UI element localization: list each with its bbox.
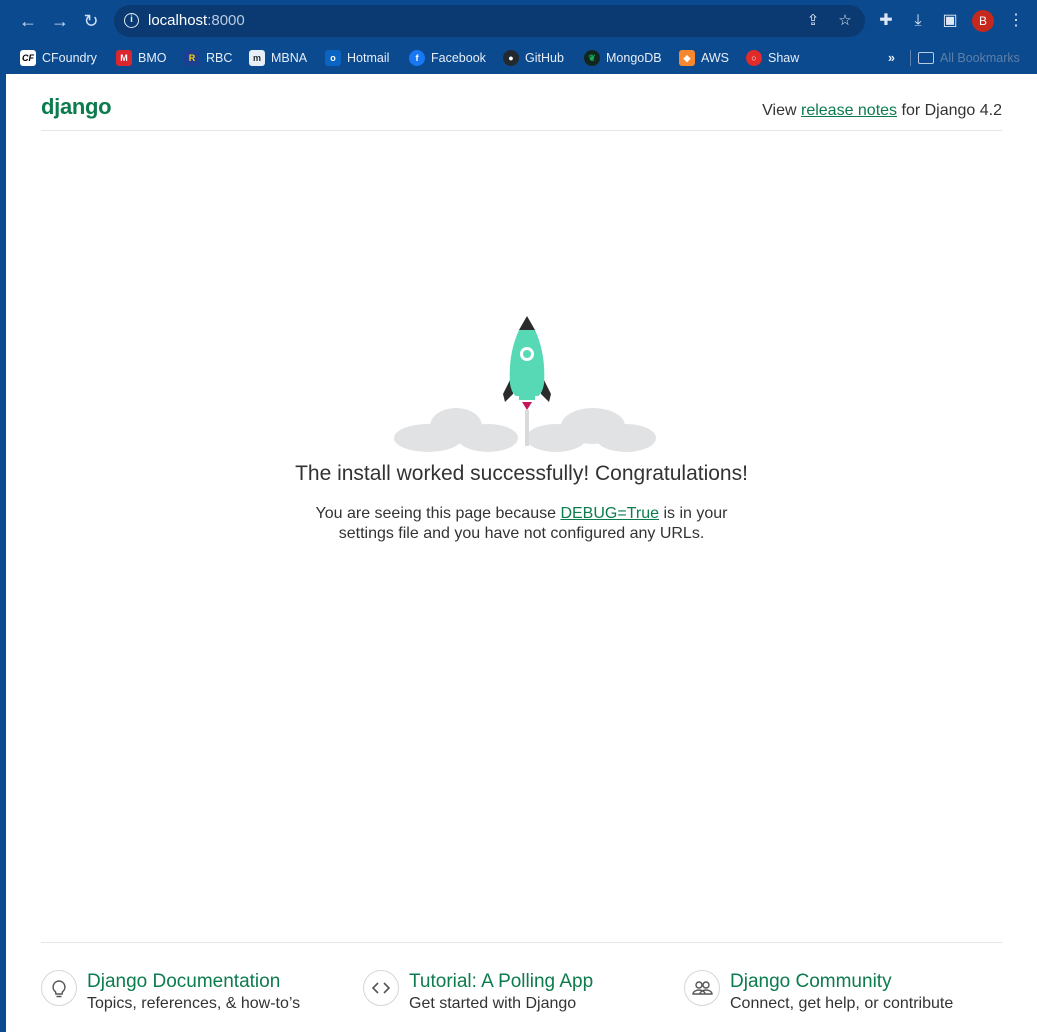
people-icon bbox=[684, 970, 720, 1006]
debug-explanation: You are seeing this page because DEBUG=T… bbox=[306, 504, 737, 544]
cloud-left bbox=[394, 408, 518, 452]
rocket-body bbox=[509, 330, 545, 396]
bookmarks-overflow-button[interactable]: » bbox=[888, 49, 895, 67]
rocket-illustration bbox=[394, 316, 656, 452]
bookmarks-bar: CF CFoundry M BMO R RBC m MBNA o Hotmail f Fac… bbox=[0, 42, 1037, 74]
bookmark-label: BMO bbox=[138, 51, 167, 65]
bookmark-rbc[interactable]: R RBC bbox=[184, 49, 232, 67]
card-title[interactable]: Django Community bbox=[730, 971, 892, 993]
bmo-icon: M bbox=[116, 50, 132, 66]
extensions-icon[interactable]: ✚ bbox=[876, 11, 896, 31]
download-icon[interactable]: ⤓ bbox=[908, 11, 928, 31]
cloud-right bbox=[526, 408, 656, 452]
profile-avatar[interactable]: B bbox=[972, 10, 994, 32]
debug-true-link[interactable]: DEBUG=True bbox=[560, 505, 659, 522]
bookmark-cfoundry[interactable]: CF CFoundry bbox=[20, 49, 97, 67]
all-bookmarks-button[interactable]: All Bookmarks bbox=[918, 49, 1020, 67]
bookmarks-divider bbox=[910, 50, 911, 66]
side-panel-icon[interactable]: ▣ bbox=[940, 11, 960, 31]
release-notes-link[interactable]: release notes bbox=[801, 102, 897, 119]
bookmark-label: GitHub bbox=[525, 51, 564, 65]
url-text[interactable]: localhost:8000 bbox=[148, 12, 245, 29]
share-icon[interactable]: ⇪ bbox=[804, 12, 822, 30]
rocket-nose bbox=[519, 316, 535, 330]
reload-icon[interactable]: ↻ bbox=[80, 10, 102, 32]
bookmark-label: AWS bbox=[701, 51, 730, 65]
bookmark-mongodb[interactable]: ❦ MongoDB bbox=[584, 49, 662, 67]
release-notes-text: View release notes for Django 4.2 bbox=[762, 102, 1002, 120]
star-icon[interactable]: ☆ bbox=[836, 12, 854, 30]
bookmark-facebook[interactable]: f Facebook bbox=[409, 49, 486, 67]
lightbulb-icon bbox=[41, 970, 77, 1006]
bookmark-aws[interactable]: ◆ AWS bbox=[679, 49, 729, 67]
outlook-icon: o bbox=[325, 50, 341, 66]
header-divider bbox=[41, 130, 1002, 131]
bookmark-label: Shaw bbox=[768, 51, 800, 65]
all-bookmarks-label: All Bookmarks bbox=[940, 51, 1020, 65]
page-content: django View release notes for Django 4.2… bbox=[6, 74, 1037, 1032]
url-port: :8000 bbox=[207, 12, 245, 29]
bookmark-label: Facebook bbox=[431, 51, 486, 65]
site-info-icon[interactable]: i bbox=[124, 13, 139, 28]
code-icon bbox=[363, 970, 399, 1006]
cf-icon: CF bbox=[20, 50, 36, 66]
bookmark-label: Hotmail bbox=[347, 51, 390, 65]
footer-divider bbox=[41, 942, 1002, 943]
card-subtitle: Get started with Django bbox=[409, 995, 577, 1012]
card-title[interactable]: Django Documentation bbox=[87, 971, 280, 993]
bookmark-hotmail[interactable]: o Hotmail bbox=[325, 49, 389, 67]
django-logo[interactable]: django bbox=[41, 94, 112, 120]
facebook-icon: f bbox=[409, 50, 425, 66]
release-suffix: for Django 4.2 bbox=[897, 102, 1002, 119]
browser-toolbar: ← → ↻ i localhost:8000 ⇪ ☆ ✚ ⤓ ▣ B ⋮ bbox=[0, 0, 1037, 42]
aws-icon: ◆ bbox=[679, 50, 695, 66]
mongodb-icon: ❦ bbox=[584, 50, 600, 66]
bookmark-bmo[interactable]: M BMO bbox=[116, 49, 166, 67]
bookmark-mbna[interactable]: m MBNA bbox=[249, 49, 307, 67]
bookmark-label: RBC bbox=[206, 51, 233, 65]
bookmark-label: CFoundry bbox=[42, 51, 97, 65]
address-bar[interactable]: i localhost:8000 ⇪ ☆ bbox=[114, 5, 865, 37]
github-icon: ● bbox=[503, 50, 519, 66]
mbna-icon: m bbox=[249, 50, 265, 66]
card-title[interactable]: Tutorial: A Polling App bbox=[409, 971, 593, 993]
card-subtitle: Topics, references, & how-to’s bbox=[87, 995, 301, 1012]
shaw-icon: ○ bbox=[746, 50, 762, 66]
rocket-trail bbox=[525, 410, 529, 446]
bookmark-label: MongoDB bbox=[606, 51, 662, 65]
success-headline: The install worked successfully! Congrat… bbox=[295, 462, 748, 485]
bookmark-shaw[interactable]: ○ Shaw bbox=[746, 49, 799, 67]
bookmark-label: MBNA bbox=[271, 51, 308, 65]
rbc-icon: R bbox=[184, 50, 200, 66]
release-prefix: View bbox=[762, 102, 801, 119]
back-arrow-icon[interactable]: ← bbox=[17, 10, 39, 32]
url-host: localhost bbox=[148, 12, 208, 29]
forward-arrow-icon[interactable]: → bbox=[49, 10, 71, 32]
rocket-base bbox=[519, 396, 535, 400]
sub-prefix: You are seeing this page because bbox=[315, 505, 561, 522]
card-subtitle: Connect, get help, or contribute bbox=[730, 995, 954, 1012]
menu-kebab-icon[interactable]: ⋮ bbox=[1006, 11, 1026, 31]
folder-icon bbox=[918, 52, 934, 64]
bookmark-github[interactable]: ● GitHub bbox=[503, 49, 564, 67]
rocket-flame bbox=[522, 402, 532, 410]
